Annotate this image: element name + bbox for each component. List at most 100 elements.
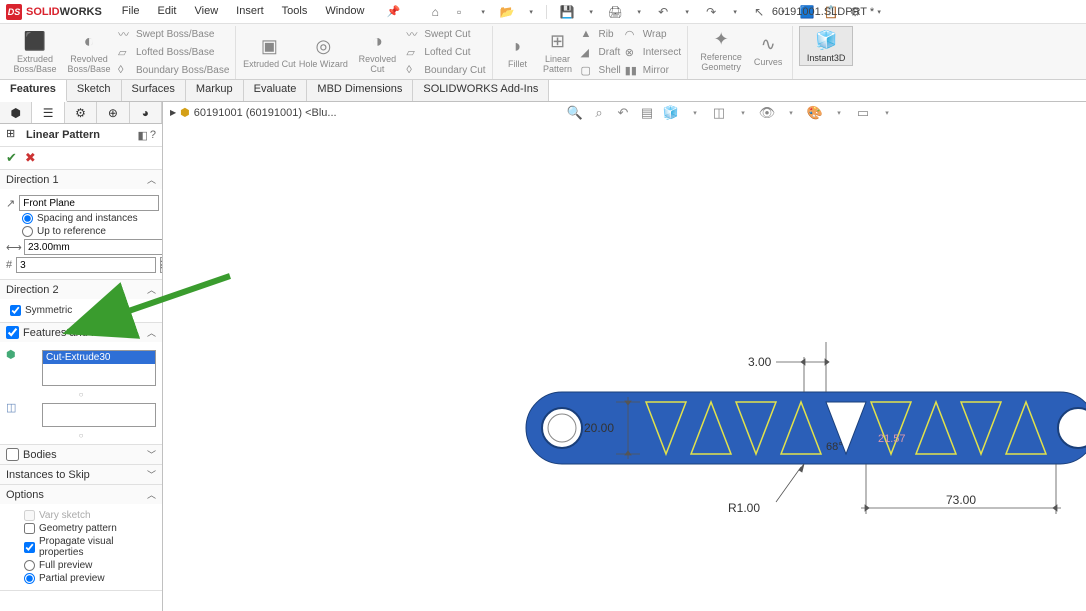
dimxpert-tab[interactable]: ⊕ [97,102,129,123]
title-bar: DS SOLIDWORKS File Edit View Insert Tool… [0,0,1086,24]
zoom-fit-icon[interactable]: 🔍 [566,104,584,122]
dim-aux: 21.57 [878,433,906,445]
view-orientation-icon[interactable]: 🧊 [662,104,680,122]
extruded-boss-button[interactable]: ⬛Extruded Boss/Base [8,26,62,78]
previous-view-icon[interactable]: ↶ [614,104,632,122]
chevron-up-icon: ︿ [147,326,156,339]
faces-listbox[interactable] [42,403,156,427]
pm-help-icon[interactable]: ? [150,129,156,141]
part-rendering: 3.00 20.00 68° 21.57 R1.00 [496,302,1086,562]
display-manager-tab[interactable]: ◕ [130,102,162,123]
configuration-manager-tab[interactable]: ⚙ [65,102,97,123]
linear-pattern-icon: ⊞ [6,127,22,143]
spacing-instances-radio[interactable]: Spacing and instances [22,213,156,224]
tab-sketch[interactable]: Sketch [67,80,122,101]
features-listbox[interactable]: Cut-Extrude30 [42,350,156,386]
extruded-cut-button[interactable]: ▣Extruded Cut [242,26,296,78]
hide-show-icon[interactable]: 👁 [758,104,776,122]
lofted-boss-button[interactable]: ▱Lofted Boss/Base [116,44,231,60]
revolved-boss-button[interactable]: ◐Revolved Boss/Base [62,26,116,78]
draft-button[interactable]: ◢Draft [579,44,623,60]
direction2-header[interactable]: Direction 2 ︿ [0,280,162,299]
instances-input[interactable] [16,257,156,273]
symmetric-checkbox[interactable]: Symmetric [10,305,156,316]
boundary-boss-button[interactable]: ◊Boundary Boss/Base [116,62,231,78]
instances-skip-header[interactable]: Instances to Skip ﹀ [0,465,162,484]
pm-ok-cancel-bar: ✔ ✖ [0,147,162,170]
chevron-up-icon: ︿ [147,488,156,501]
bodies-header[interactable]: Bodies ﹀ [0,445,162,464]
spacing-input[interactable] [24,239,163,255]
direction1-reference-input[interactable] [19,195,159,211]
reverse-direction-icon[interactable]: ↗ [6,197,15,210]
hole-wizard-button[interactable]: ◎Hole Wizard [296,26,350,78]
part-icon: ⬢ [180,106,190,119]
pm-title: Linear Pattern [26,129,135,141]
chevron-down-icon: ﹀ [147,448,156,461]
bodies-enable-checkbox[interactable] [6,448,19,461]
revolved-cut-button[interactable]: ◑Revolved Cut [350,26,404,78]
section-view-icon[interactable]: ▤ [638,104,656,122]
command-manager-tabs: Features Sketch Surfaces Markup Evaluate… [0,80,1086,102]
partial-preview-radio[interactable]: Partial preview [24,573,156,584]
dim-spacing-top: 3.00 [748,355,772,369]
intersect-button[interactable]: ⊗Intersect [623,44,683,60]
ribbon: ⬛Extruded Boss/Base ◐Revolved Boss/Base … [0,24,1086,80]
heads-up-view-toolbar: 🔍 ⌕ ↶ ▤ 🧊 ▾ ◫ ▾ 👁 ▾ 🎨 ▾ ▭ ▾ [566,104,896,122]
apply-scene-icon[interactable]: ▭ [854,104,872,122]
up-to-reference-radio[interactable]: Up to reference [22,226,156,237]
dim-height: 20.00 [584,421,614,435]
full-preview-radio[interactable]: Full preview [24,560,156,571]
vary-sketch-checkbox: Vary sketch [24,510,156,521]
feature-tree-flyout[interactable]: ▶ ⬢ 60191001 (60191001) <Blu... [170,106,337,119]
boundary-cut-button[interactable]: ◊Boundary Cut [404,62,487,78]
fillet-button[interactable]: ◗Fillet [499,26,537,78]
tab-markup[interactable]: Markup [186,80,244,101]
direction1-header[interactable]: Direction 1 ︿ [0,170,162,189]
chevron-up-icon: ︿ [147,173,156,186]
manager-tabs: ⬢ ☰ ⚙ ⊕ ◕ [0,102,162,124]
pm-title-bar: ⊞ Linear Pattern ◧ ? [0,124,162,147]
expand-tree-icon[interactable]: ▶ [170,108,176,117]
chevron-down-icon: ﹀ [147,468,156,481]
propagate-checkbox[interactable]: Propagate visual properties [24,536,156,558]
shell-button[interactable]: ▢Shell [579,62,623,78]
tab-evaluate[interactable]: Evaluate [244,80,308,101]
mirror-button[interactable]: ▮▮Mirror [623,62,683,78]
display-style-icon[interactable]: ◫ [710,104,728,122]
swept-boss-button[interactable]: 〰Swept Boss/Base [116,26,231,42]
graphics-viewport[interactable]: 🔍 ⌕ ↶ ▤ 🧊 ▾ ◫ ▾ 👁 ▾ 🎨 ▾ ▭ ▾ [163,102,1086,611]
tab-features[interactable]: Features [0,80,67,102]
tab-surfaces[interactable]: Surfaces [122,80,186,101]
spacing-icon: ⟷ [6,241,20,254]
features-icon: ⬢ [6,348,20,361]
property-manager-panel: ⬢ ☰ ⚙ ⊕ ◕ ⊞ Linear Pattern ◧ ? ✔ ✖ Direc… [0,102,163,611]
property-manager-tab[interactable]: ☰ [32,102,64,123]
rib-button[interactable]: ▲Rib [579,26,623,42]
dim-angle: 68° [826,441,843,453]
curves-button[interactable]: ∿Curves [748,26,788,74]
cancel-button[interactable]: ✖ [25,150,36,166]
chevron-up-icon: ︿ [147,283,156,296]
selected-feature-item[interactable]: Cut-Extrude30 [43,351,155,364]
pm-pin-icon[interactable]: ◧ [137,129,147,142]
features-faces-header[interactable]: Features and Faces ︿ [0,323,162,342]
features-faces-enable-checkbox[interactable] [6,326,19,339]
tab-addins[interactable]: SOLIDWORKS Add-Ins [413,80,549,101]
zoom-area-icon[interactable]: ⌕ [590,104,608,122]
reference-geometry-button[interactable]: ✦Reference Geometry [694,26,748,74]
ok-button[interactable]: ✔ [6,150,17,166]
edit-appearance-icon[interactable]: 🎨 [806,104,824,122]
linear-pattern-button[interactable]: ⊞Linear Pattern [537,26,579,78]
options-header[interactable]: Options ︿ [0,485,162,504]
geometry-pattern-checkbox[interactable]: Geometry pattern [24,523,156,534]
feature-manager-tab[interactable]: ⬢ [0,102,32,123]
wrap-button[interactable]: ◠Wrap [623,26,683,42]
document-title: 60191001.SLDPRT * [772,6,874,18]
instances-icon: # [6,259,12,271]
faces-icon: ◫ [6,401,20,414]
tab-mbd[interactable]: MBD Dimensions [307,80,413,101]
swept-cut-button[interactable]: 〰Swept Cut [404,26,487,42]
instant3d-button[interactable]: 🧊Instant3D [799,26,853,66]
lofted-cut-button[interactable]: ▱Lofted Cut [404,44,487,60]
